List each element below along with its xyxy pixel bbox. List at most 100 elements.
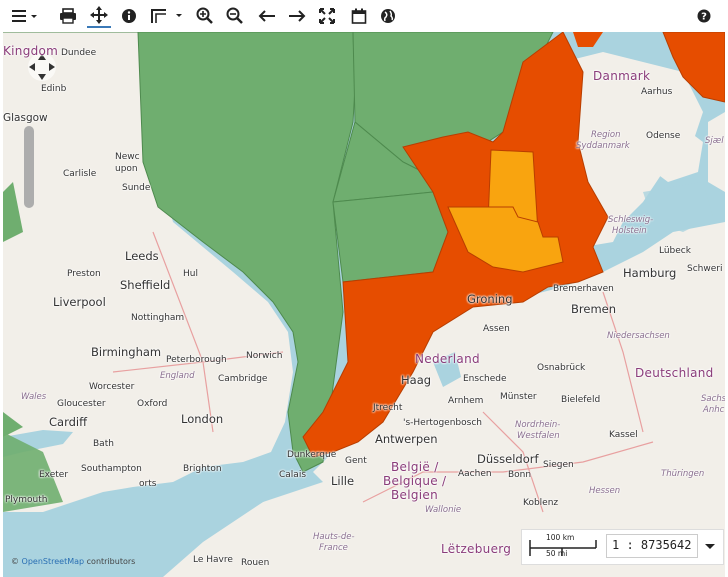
label-oxford: Oxford (137, 399, 168, 409)
label-bielefeld: Bielefeld (561, 395, 601, 405)
zoom-in-icon[interactable] (195, 4, 215, 28)
label-koblenz: Koblenz (523, 498, 559, 508)
attribution: © OpenStreetMap contributors (11, 557, 135, 566)
scale-label-mi: 50 mi (546, 549, 568, 558)
zoom-slider[interactable] (24, 126, 34, 208)
attribution-osm-link[interactable]: OpenStreetMap (22, 557, 85, 566)
label-le-havre: Le Havre (193, 555, 233, 565)
caret-down-icon[interactable] (702, 536, 718, 556)
label-england: England (160, 371, 195, 381)
label-danmark: Danmark (593, 69, 651, 83)
label-deutschland: Deutschland (635, 366, 714, 380)
print-icon[interactable] (58, 4, 78, 28)
label-exeter: Exeter (39, 470, 69, 480)
attribution-suffix: contributors (84, 557, 136, 566)
label-brighton: Brighton (183, 464, 222, 474)
label-leeds: Leeds (125, 249, 159, 263)
label-arnhem: Arnhem (448, 396, 484, 406)
label-belgie-1: België / (391, 460, 439, 474)
label-cambridge: Cambridge (218, 374, 268, 384)
label-lubeck: Lübeck (659, 246, 691, 256)
label-nederland: Nederland (415, 352, 480, 366)
label-den-bosch: 's-Hertogenbosch (403, 418, 482, 428)
label-schleswig-1: Schleswig- (608, 215, 654, 225)
globe-icon[interactable] (378, 4, 398, 28)
label-region-2: Syddanmark (576, 141, 630, 151)
label-sjaelland: Sjæl (705, 136, 724, 146)
label-schwerin: Schweri (687, 264, 723, 274)
hamburger-menu-icon[interactable] (10, 4, 40, 28)
label-newcastle-2: upon (115, 164, 138, 174)
label-munster: Münster (500, 392, 537, 402)
label-den-haag: Haag (401, 373, 432, 387)
zoom-out-icon[interactable] (225, 4, 245, 28)
label-calais: Calais (279, 470, 307, 480)
label-nrw-2: Westfalen (517, 431, 560, 441)
label-preston: Preston (67, 269, 101, 279)
label-plymouth: Plymouth (5, 495, 48, 505)
label-liverpool: Liverpool (53, 295, 106, 309)
measure-icon[interactable] (148, 4, 188, 28)
label-london: London (181, 412, 224, 426)
label-dunkerque: Dunkerque (287, 450, 337, 460)
label-bremen: Bremen (571, 302, 617, 316)
label-birmingham: Birmingham (91, 345, 162, 359)
label-hauts-de-france-2: France (319, 543, 348, 553)
info-icon[interactable] (120, 4, 138, 28)
label-sachsen-1: Sachs (701, 394, 725, 404)
label-schleswig-2: Holstein (612, 226, 647, 236)
label-siegen: Siegen (543, 460, 574, 470)
map-viewport[interactable]: Kingdom Dundee Edinb Glasgow Newc upon C… (3, 32, 725, 577)
label-enschede: Enschede (463, 374, 507, 384)
label-osnabruck: Osnabrück (537, 363, 586, 373)
label-utrecht: Jtrecht (373, 403, 403, 413)
label-dundee: Dundee (61, 48, 97, 58)
label-hauts-de-france-1: Hauts-de- (313, 532, 355, 542)
label-bonn: Bonn (508, 470, 532, 480)
label-carlisle: Carlisle (63, 169, 97, 179)
label-hamburg: Hamburg (623, 266, 677, 280)
label-hull: Hul (183, 269, 198, 279)
scale-label-km: 100 km (546, 533, 575, 542)
label-wales: Wales (21, 392, 47, 402)
zoom-slider-thumb[interactable] (24, 126, 34, 208)
label-glasgow: Glasgow (3, 112, 48, 124)
calendar-icon[interactable] (349, 4, 369, 28)
label-norwich: Norwich (246, 351, 283, 361)
label-newcastle-1: Newc (115, 152, 140, 162)
fullscreen-icon[interactable] (317, 4, 337, 28)
label-assen: Assen (483, 324, 510, 334)
label-gloucester: Gloucester (57, 399, 106, 409)
label-thuringen: Thüringen (661, 469, 705, 479)
label-edinburgh: Edinb (41, 84, 67, 94)
arrow-left-icon[interactable] (255, 4, 279, 28)
label-belgie-2: Belgique / (383, 474, 447, 488)
label-nrw-1: Nordrhein- (515, 420, 561, 430)
label-dusseldorf: Düsseldorf (477, 452, 539, 466)
label-worcester: Worcester (89, 382, 135, 392)
label-southampton: Southampton (81, 464, 142, 474)
label-sachsen-2: Anhc (703, 405, 725, 415)
label-sheffield: Sheffield (120, 278, 171, 292)
label-lille: Lille (331, 474, 355, 488)
label-rouen: Rouen (241, 558, 270, 568)
map-toolbar: ? (0, 0, 728, 32)
label-groningen: Groning (467, 292, 513, 306)
label-bremerhaven: Bremerhaven (553, 284, 614, 294)
label-odense: Odense (646, 131, 681, 141)
pan-move-icon[interactable] (87, 4, 111, 28)
label-cardiff: Cardiff (49, 415, 88, 429)
attribution-prefix: © (11, 557, 22, 566)
label-bath: Bath (93, 439, 114, 449)
help-icon[interactable]: ? (694, 4, 714, 28)
scale-ratio-input[interactable]: 1 : 8735642 (606, 534, 698, 558)
label-sunderland: Sunde (122, 183, 151, 193)
label-kassel: Kassel (609, 430, 638, 440)
label-peterborough: Peterborough (166, 355, 227, 365)
label-aarhus: Aarhus (641, 87, 673, 97)
label-portsmouth: orts (139, 479, 157, 489)
label-belgie-3: Belgien (391, 488, 438, 502)
arrow-right-icon[interactable] (285, 4, 309, 28)
label-gent: Gent (345, 456, 367, 466)
label-aachen: Aachen (458, 469, 492, 479)
